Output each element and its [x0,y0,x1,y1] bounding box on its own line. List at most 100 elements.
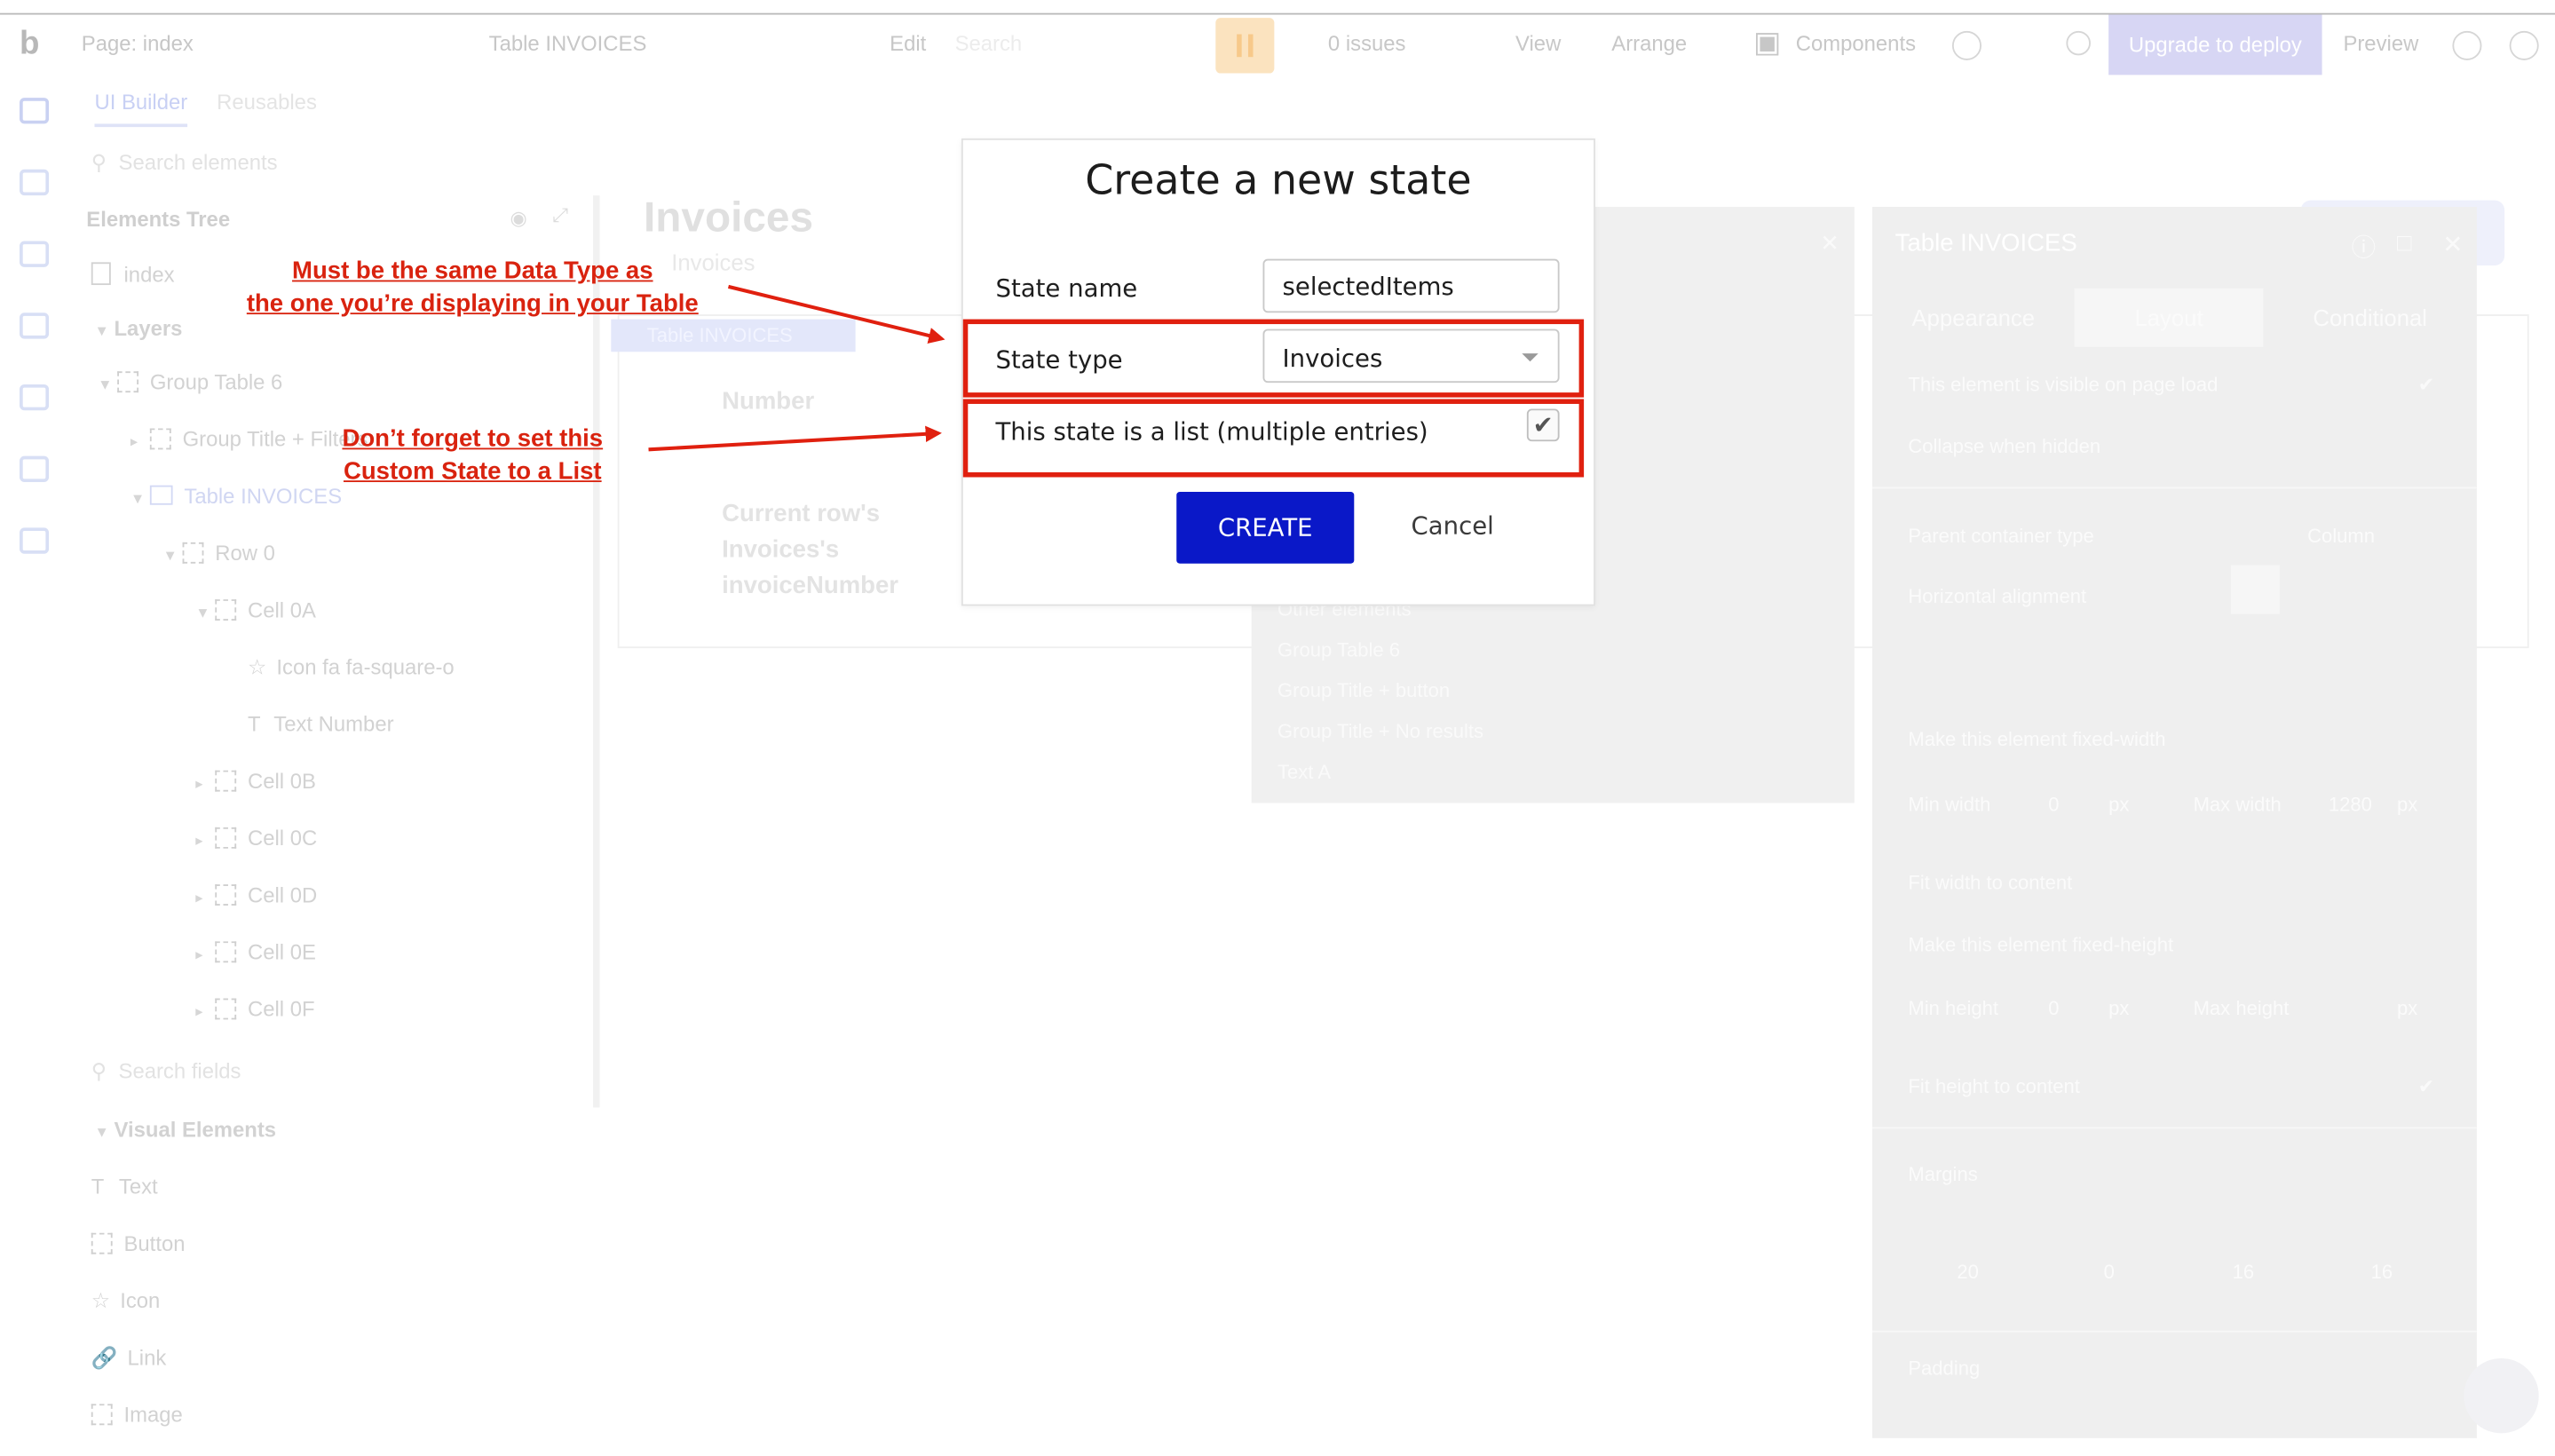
star-icon: ☆ [91,1288,111,1313]
design-tab-icon[interactable] [20,98,50,124]
min-height-input[interactable]: 0 [2048,997,2059,1020]
popup-close-icon[interactable]: ✕ [1820,230,1839,257]
max-height-label: Max height [2193,996,2290,1020]
margin-right-input[interactable]: 16 [2371,1261,2393,1284]
expand-icon[interactable]: ⤢ [552,203,568,228]
tree-item-index[interactable]: index [91,262,175,287]
visual-item-label: Image [123,1402,183,1428]
visible-on-load-checkbox[interactable]: ✔ [2418,373,2434,396]
visual-item-label: Button [123,1230,186,1256]
bubble-logo-icon[interactable]: b [20,26,39,63]
left-icon-rail [0,75,72,1456]
top-search[interactable]: Search [955,31,1023,56]
popup-item[interactable]: Group Table 6 [1278,638,1400,661]
tree-item-cell-0c[interactable]: ▸ Cell 0C [195,826,317,851]
components-menu[interactable]: Components [1796,31,1916,56]
fit-height-checkbox[interactable]: ✔ [2418,1075,2434,1098]
tree-item-label: Cell 0E [247,939,316,965]
logs-tab-icon[interactable] [20,527,50,554]
tree-item-label: Group Table 6 [149,369,283,394]
element-selector[interactable]: Table INVOICES [489,31,647,56]
help-bubble-icon[interactable] [2464,1357,2539,1434]
tab-ui-builder[interactable]: UI Builder [94,90,188,128]
visual-item-button[interactable]: Button [91,1230,186,1256]
tree-item-cell-0e[interactable]: ▸ Cell 0E [195,940,316,965]
tree-item-cell-0b[interactable]: ▸ Cell 0B [195,769,316,794]
popup-item[interactable]: Text A [1278,761,1331,784]
workflow-tab-icon[interactable] [20,169,50,196]
max-width-unit[interactable]: px [2397,793,2417,816]
tree-section-layers[interactable]: ▼ Layers [94,316,182,341]
canvas-cell-text[interactable]: Current row's Invoices's invoiceNumber [722,497,898,605]
tree-section-visual-elements[interactable]: ▼ Visual Elements [94,1117,276,1142]
tree-item-label: Cell 0D [247,882,318,907]
align-left-icon[interactable] [2230,565,2280,614]
visual-item-icon[interactable]: ☆ Icon [91,1288,161,1314]
issues-icon[interactable] [1215,18,1275,74]
tab-layout[interactable]: Layout [2074,288,2264,347]
max-width-input[interactable]: 1280 [2329,793,2372,816]
margin-top-input[interactable]: 20 [1957,1261,1979,1284]
cell-icon [215,770,237,792]
notifications-icon[interactable] [2452,30,2482,60]
state-name-input[interactable]: selectedItems [1262,258,1560,313]
panel-scrollbar[interactable] [593,195,600,1108]
margin-bottom-input[interactable]: 0 [2104,1261,2115,1284]
selected-element-chip[interactable]: Table INVOICES [611,319,856,352]
text-icon: T [247,711,261,737]
tree-item-row-0[interactable]: ▼ Row 0 [163,541,275,566]
min-height-label: Min height [1908,996,1999,1020]
plugins-tab-icon[interactable] [20,384,50,411]
upgrade-to-deploy-button[interactable]: Upgrade to deploy [2108,14,2322,75]
avatar[interactable] [2509,30,2539,60]
tree-item-cell-0f[interactable]: ▸ Cell 0F [195,997,314,1022]
create-button[interactable]: CREATE [1176,492,1355,564]
comment-icon[interactable]: □ [2397,230,2412,257]
arrange-menu[interactable]: Arrange [1611,31,1687,56]
tab-appearance[interactable]: Appearance [1872,289,2075,347]
tab-reusables[interactable]: Reusables [217,90,317,115]
close-icon[interactable]: ✕ [2442,230,2463,258]
annotation-line: Don’t forget to set this [342,424,604,453]
visual-item-image[interactable]: Image [91,1402,183,1428]
margin-left-input[interactable]: 16 [2233,1261,2255,1284]
tree-item-cell-0d[interactable]: ▸ Cell 0D [195,882,317,907]
max-height-unit[interactable]: px [2397,997,2417,1020]
star-icon: ☆ [247,654,267,679]
search-icon[interactable] [2066,30,2091,56]
min-width-unit[interactable]: px [2108,793,2129,816]
fields-search-input[interactable]: ⚲ Search fields [91,1058,241,1084]
annotation-line: the one you’re displaying in your Table [246,289,699,318]
issues-count[interactable]: 0 issues [1328,31,1406,56]
tree-item-cell-0a[interactable]: ▼ Cell 0A [195,597,316,622]
min-width-input[interactable]: 0 [2048,793,2059,816]
info-icon[interactable]: ⓘ [2352,230,2377,265]
page-selector[interactable]: Page: index [82,31,194,56]
tree-item-icon-square[interactable]: ☆ Icon fa fa-square-o [248,654,455,680]
popup-item[interactable]: Group Title + button [1278,679,1450,702]
view-menu[interactable]: View [1515,31,1561,56]
tree-item-group-table[interactable]: ▼ Group Table 6 [98,369,282,394]
styles-tab-icon[interactable] [20,313,50,339]
container-type-dropdown[interactable]: Column [2307,525,2375,548]
undo-icon[interactable] [1951,30,1982,60]
eye-icon[interactable]: ◉ [510,207,527,230]
fit-width-label: Fit width to content [1908,871,2073,895]
popup-item[interactable]: Group Title + No results [1278,720,1483,743]
preview-button[interactable]: Preview [2343,31,2418,56]
tree-item-label: Cell 0F [247,996,315,1022]
visual-item-link[interactable]: 🔗 Link [91,1345,167,1371]
elements-search-input[interactable]: ⚲ Search elements [91,150,278,176]
cell-icon [215,941,237,963]
visual-item-text[interactable]: T Text [91,1175,158,1199]
tree-item-text-number[interactable]: T Text Number [248,712,394,737]
canvas-column-header[interactable]: Number [722,388,814,415]
settings-tab-icon[interactable] [20,455,50,483]
canvas-page-title[interactable]: Invoices [644,192,813,242]
data-tab-icon[interactable] [20,241,50,267]
min-height-unit[interactable]: px [2108,997,2129,1020]
tab-conditional[interactable]: Conditional [2264,289,2477,347]
edit-menu[interactable]: Edit [890,31,926,56]
cancel-button[interactable]: Cancel [1412,511,1494,541]
highlight-is-list [962,399,1585,478]
